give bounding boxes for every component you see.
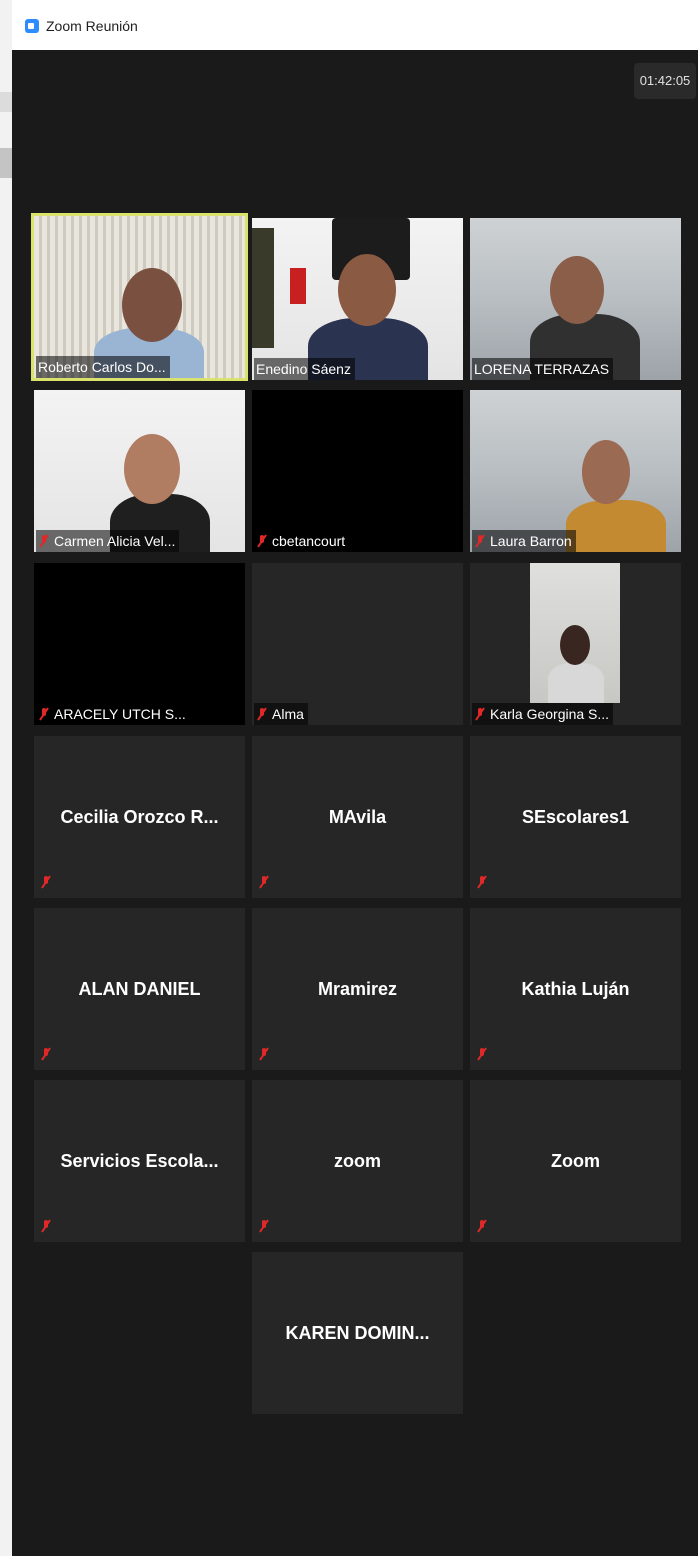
window-title: Zoom Reunión — [46, 18, 138, 34]
muted-mic-icon — [259, 1047, 269, 1061]
muted-mic-icon — [41, 875, 51, 889]
meeting-timer: 01:42:05 — [634, 63, 696, 99]
muted-mic-icon — [41, 1219, 51, 1233]
participant-name: MAvila — [328, 806, 387, 827]
participant-video — [34, 216, 245, 378]
muted-mic-icon — [39, 534, 49, 548]
participant-tile[interactable]: zoom — [252, 1080, 463, 1242]
participant-name: Laura Barron — [472, 530, 576, 552]
participant-name: Servicios Escola... — [60, 1150, 219, 1171]
participant-name: KAREN DOMIN... — [285, 1322, 430, 1343]
participant-video — [470, 390, 681, 552]
participant-name: Zoom — [551, 1150, 600, 1171]
participant-tile[interactable]: Cecilia Orozco R... — [34, 736, 245, 898]
participant-name: Roberto Carlos Do... — [36, 356, 170, 378]
participant-tile[interactable]: Zoom — [470, 1080, 681, 1242]
participant-tile[interactable]: cbetancourt — [252, 390, 463, 552]
participant-name: Karla Georgina S... — [472, 703, 614, 725]
participant-tile[interactable]: Roberto Carlos Do... — [31, 213, 248, 381]
participant-name: Mramirez — [317, 978, 398, 999]
participant-tile[interactable]: SEscolares1 — [470, 736, 681, 898]
participant-tile[interactable]: MAvila — [252, 736, 463, 898]
muted-mic-icon — [475, 707, 485, 721]
participant-video — [470, 218, 681, 380]
participant-tile[interactable]: Mramirez — [252, 908, 463, 1070]
muted-mic-icon — [259, 875, 269, 889]
background-strip — [0, 148, 12, 178]
participant-name: ARACELY UTCH S... — [36, 703, 190, 725]
participant-video — [530, 563, 620, 703]
muted-mic-icon — [41, 1047, 51, 1061]
participant-tile[interactable]: LORENA TERRAZAS — [470, 218, 681, 380]
participant-name: LORENA TERRAZAS — [472, 358, 614, 380]
participant-name: Enedino Sáenz — [254, 358, 355, 380]
muted-mic-icon — [259, 1219, 269, 1233]
participant-tile[interactable]: Karla Georgina S... — [470, 563, 681, 725]
participant-tile[interactable]: KAREN DOMIN... — [252, 1252, 463, 1414]
muted-mic-icon — [257, 534, 267, 548]
participant-name: Cecilia Orozco R... — [60, 806, 219, 827]
participant-tile[interactable]: Enedino Sáenz — [252, 218, 463, 380]
participant-name: Kathia Luján — [521, 978, 630, 999]
muted-mic-icon — [477, 1219, 487, 1233]
zoom-meeting-window: Zoom Reunión 01:42:05 Roberto Carlos Do.… — [12, 0, 698, 1556]
participant-tile[interactable]: Alma — [252, 563, 463, 725]
background-app-edge — [0, 0, 12, 1556]
zoom-logo-icon — [25, 19, 39, 33]
participant-tile[interactable]: Servicios Escola... — [34, 1080, 245, 1242]
participant-tile[interactable]: Carmen Alicia Vel... — [34, 390, 245, 552]
participant-tile[interactable]: ARACELY UTCH S... — [34, 563, 245, 725]
background-strip — [0, 92, 12, 112]
participant-video — [34, 390, 245, 552]
muted-mic-icon — [39, 707, 49, 721]
participant-tile[interactable]: Kathia Luján — [470, 908, 681, 1070]
title-bar[interactable]: Zoom Reunión — [12, 0, 698, 50]
muted-mic-icon — [477, 875, 487, 889]
participant-name: Carmen Alicia Vel... — [36, 530, 180, 552]
participant-name: cbetancourt — [254, 530, 350, 552]
participant-tile[interactable]: ALAN DANIEL — [34, 908, 245, 1070]
muted-mic-icon — [475, 534, 485, 548]
participant-name: Alma — [254, 703, 308, 725]
participant-tile[interactable]: Laura Barron — [470, 390, 681, 552]
muted-mic-icon — [257, 707, 267, 721]
participant-name: ALAN DANIEL — [78, 978, 201, 999]
muted-mic-icon — [477, 1047, 487, 1061]
participant-name: SEscolares1 — [521, 806, 630, 827]
participant-name: zoom — [334, 1150, 381, 1171]
participant-video — [252, 218, 463, 380]
